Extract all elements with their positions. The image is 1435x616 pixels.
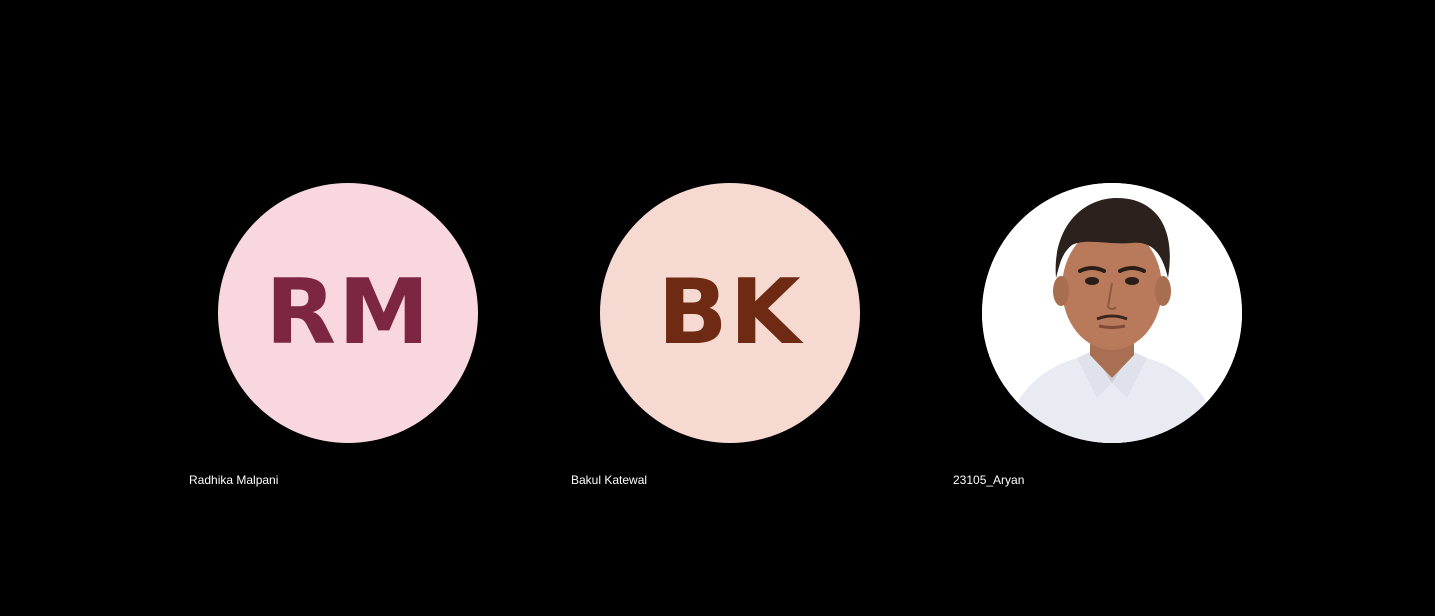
participant-tile-23105-aryan[interactable]: 23105_Aryan [953, 0, 1253, 616]
avatar: RM [218, 183, 478, 443]
avatar-initials: BK [657, 260, 803, 365]
profile-photo [982, 183, 1242, 443]
participant-gallery: RM Radhika Malpani BK Bakul Katewal 2310… [0, 0, 1435, 616]
avatar-initials: RM [264, 260, 432, 365]
participant-tile-bakul-katewal[interactable]: BK Bakul Katewal [571, 0, 871, 616]
avatar: BK [600, 183, 860, 443]
participant-name: Bakul Katewal [571, 473, 648, 487]
participant-name: 23105_Aryan [953, 473, 1025, 487]
participant-name: Radhika Malpani [189, 473, 279, 487]
avatar-photo [982, 183, 1242, 443]
participant-tile-radhika-malpani[interactable]: RM Radhika Malpani [189, 0, 489, 616]
